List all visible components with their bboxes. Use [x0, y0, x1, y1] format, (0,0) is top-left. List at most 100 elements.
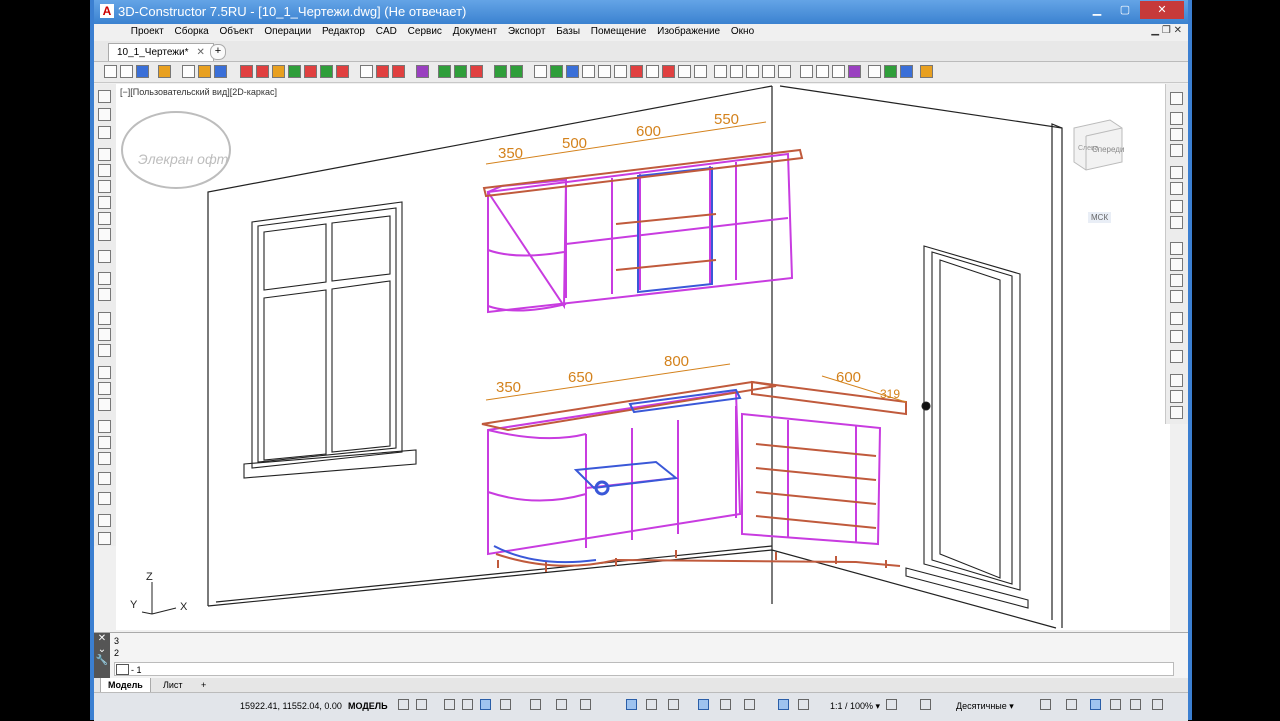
find-icon[interactable] [868, 65, 881, 78]
hatch-icon[interactable] [98, 228, 111, 241]
right-tool-15-icon[interactable] [1170, 350, 1183, 363]
dim-radius-icon[interactable] [98, 344, 111, 357]
menu-cad[interactable]: CAD [372, 24, 401, 37]
isolate-objects-icon[interactable] [1090, 699, 1101, 710]
box-icon[interactable] [272, 65, 285, 78]
dim-chain-icon[interactable] [98, 366, 111, 379]
layers-icon[interactable] [566, 65, 579, 78]
annotation-scale-dropdown[interactable]: 1:1 / 100% ▾ [830, 701, 880, 712]
quick-properties-icon[interactable] [1040, 699, 1051, 710]
dim-base-icon[interactable] [98, 382, 111, 395]
door-icon[interactable] [304, 65, 317, 78]
right-tool-2-icon[interactable] [1170, 112, 1183, 125]
color-icon[interactable] [454, 65, 467, 78]
right-tool-13-icon[interactable] [1170, 312, 1183, 325]
menu-bases[interactable]: Базы [552, 24, 584, 37]
right-tool-18-icon[interactable] [1170, 406, 1183, 419]
customize-menu-icon[interactable] [1152, 699, 1163, 710]
measure-icon[interactable] [550, 65, 563, 78]
minimize-button[interactable]: ▁ [1084, 1, 1110, 19]
units-dropdown[interactable]: Десятичные ▾ [956, 701, 1014, 712]
mdi-window-controls[interactable]: ▁ ❐ ✕ [1151, 25, 1182, 36]
menu-room[interactable]: Помещение [587, 24, 651, 37]
shelf-icon[interactable] [288, 65, 301, 78]
render-icon[interactable] [494, 65, 507, 78]
ucs-dropdown[interactable]: МСК [1088, 212, 1112, 223]
handle-icon[interactable] [336, 65, 349, 78]
spline-icon[interactable] [98, 212, 111, 225]
right-tool-4-icon[interactable] [1170, 144, 1183, 157]
menu-service[interactable]: Сервис [404, 24, 446, 37]
dynamic-input-icon[interactable] [462, 699, 473, 710]
annotation-monitor-icon[interactable] [920, 699, 931, 710]
polar-toggle-icon[interactable] [500, 699, 511, 710]
viewcube-front-label[interactable]: Спереди [1092, 145, 1124, 154]
viewport-label[interactable]: [−][Пользовательский вид][2D-каркас] [120, 87, 277, 97]
pencil-icon[interactable] [98, 126, 111, 139]
right-tool-17-icon[interactable] [1170, 390, 1183, 403]
tab-sheet[interactable]: Лист [156, 678, 190, 692]
app-logo-icon[interactable]: A [100, 4, 114, 18]
material-icon[interactable] [416, 65, 429, 78]
isodraft-icon[interactable] [530, 699, 541, 710]
graphics-performance-icon[interactable] [1110, 699, 1121, 710]
zoom-icon[interactable] [848, 65, 861, 78]
lock-ui-icon[interactable] [1066, 699, 1077, 710]
command-input[interactable]: - 1 [114, 662, 1174, 676]
menu-operations[interactable]: Операции [260, 24, 315, 37]
menu-object[interactable]: Объект [216, 24, 258, 37]
dashed-icon[interactable] [98, 436, 111, 449]
ortho-toggle-icon[interactable] [480, 699, 491, 710]
page-icon[interactable] [182, 65, 195, 78]
xml-export-icon[interactable] [98, 492, 111, 505]
grid-toggle-icon[interactable] [398, 699, 409, 710]
menu-export[interactable]: Экспорт [504, 24, 550, 37]
close-button[interactable]: ✕ [1140, 1, 1184, 19]
grid-icon[interactable] [582, 65, 595, 78]
texture-icon[interactable] [438, 65, 451, 78]
right-tool-9-icon[interactable] [1170, 242, 1183, 255]
right-tool-1-icon[interactable] [1170, 92, 1183, 105]
polyline-icon[interactable] [98, 108, 111, 121]
selection-cycling-icon[interactable] [668, 699, 679, 710]
break-icon[interactable] [98, 420, 111, 433]
open-file-icon[interactable] [120, 65, 133, 78]
menu-document[interactable]: Документ [449, 24, 501, 37]
mirror-icon[interactable] [630, 65, 643, 78]
menu-window[interactable]: Окно [727, 24, 758, 37]
dim-ordinate-icon[interactable] [98, 398, 111, 411]
distribute-icon[interactable] [694, 65, 707, 78]
arc-icon[interactable] [98, 196, 111, 209]
text-icon[interactable] [762, 65, 775, 78]
info-icon-right[interactable] [1170, 374, 1183, 387]
selection-filter-icon[interactable] [744, 699, 755, 710]
right-tool-5-icon[interactable] [1170, 166, 1183, 179]
save-icon[interactable] [214, 65, 227, 78]
circle-icon[interactable] [98, 180, 111, 193]
tab-model[interactable]: Модель [100, 678, 151, 693]
paint-icon[interactable] [470, 65, 483, 78]
folder-icon[interactable] [198, 65, 211, 78]
help-icon[interactable] [98, 532, 111, 545]
object-snap-icon[interactable] [580, 699, 591, 710]
plinth-icon[interactable] [376, 65, 389, 78]
move-icon[interactable] [614, 65, 627, 78]
menu-project[interactable]: Проект [127, 24, 168, 37]
import-icon[interactable] [136, 65, 149, 78]
xml-3d-icon[interactable] [98, 472, 111, 485]
right-tool-3-icon[interactable] [1170, 128, 1183, 141]
drawer-icon[interactable] [320, 65, 333, 78]
pointer-icon[interactable] [98, 272, 111, 285]
edit-icon[interactable] [920, 65, 933, 78]
object-snap-tracking-icon[interactable] [556, 699, 567, 710]
tab-close-icon[interactable]: ✕ [196, 47, 204, 58]
gizmo-icon[interactable] [778, 699, 789, 710]
leader-icon[interactable] [778, 65, 791, 78]
copy-icon[interactable] [662, 65, 675, 78]
right-tool-14-icon[interactable] [1170, 330, 1183, 343]
add-layout-button[interactable]: + [194, 678, 213, 692]
angle-icon[interactable] [746, 65, 759, 78]
brush-icon[interactable] [98, 288, 111, 301]
view-icon[interactable] [800, 65, 813, 78]
check-icon[interactable] [884, 65, 897, 78]
